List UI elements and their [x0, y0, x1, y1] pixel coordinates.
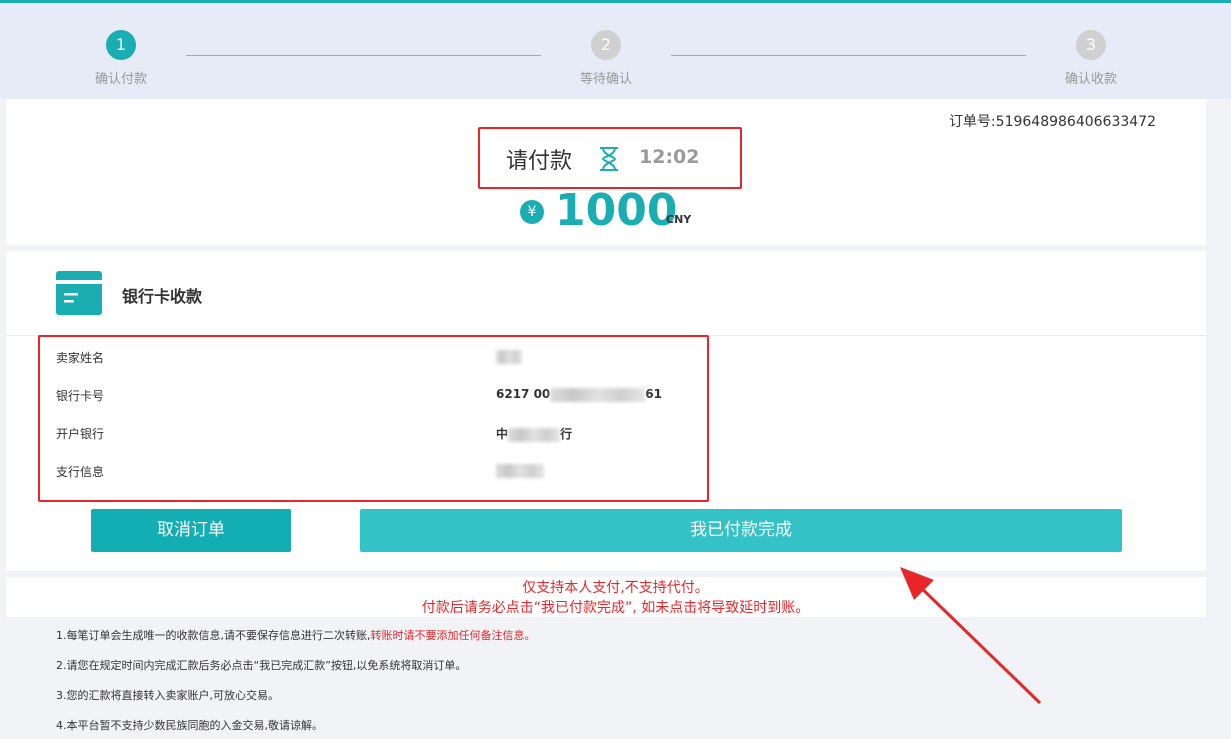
currency-code: CNY	[666, 213, 692, 226]
step-connector	[186, 55, 541, 56]
payment-done-button[interactable]: 我已付款完成	[360, 509, 1122, 552]
info-label: 卖家姓名	[56, 351, 105, 365]
note-item: 2.请您在规定时间内完成汇款后务必点击“我已完成汇款”按钮,以免系统将取消订单。	[56, 659, 467, 672]
redacted-value	[550, 387, 646, 402]
step-number: 2	[591, 30, 621, 60]
bank-card-icon	[56, 271, 102, 315]
info-value[interactable]: 6217 00 61	[496, 387, 662, 402]
info-value[interactable]	[496, 463, 544, 478]
info-row-seller-name: 卖家姓名	[56, 349, 696, 369]
progress-steps: 1 确认付款 2 等待确认 3 确认收款	[0, 3, 1231, 99]
countdown-timer: 12:02	[639, 146, 700, 168]
note-item: 4.本平台暂不支持少数民族同胞的入金交易,敬请谅解。	[56, 719, 323, 732]
payment-summary-card: 订单号:519648986406633472 请付款 12:02 ¥ 1000 …	[6, 99, 1206, 245]
info-row-card-number: 银行卡号 6217 00 61	[56, 387, 696, 407]
step-number: 1	[106, 30, 136, 60]
redacted-value	[508, 427, 561, 442]
redacted-value	[496, 349, 522, 364]
note-item: 3.您的汇款将直接转入卖家账户,可放心交易。	[56, 689, 279, 702]
payment-timer-box: 请付款 12:02	[478, 127, 742, 189]
info-value	[496, 349, 522, 364]
payment-amount: 1000	[555, 185, 678, 236]
note-item: 1.每笔订单会生成唯一的收款信息,请不要保存信息进行二次转账,转账时请不要添加任…	[56, 629, 536, 642]
info-label: 开户银行	[56, 427, 105, 441]
step-label: 等待确认	[579, 72, 632, 87]
yen-icon: ¥	[520, 200, 544, 224]
step-wait-confirm: 2 等待确认	[546, 30, 666, 87]
step-connector	[671, 55, 1026, 56]
pay-title: 请付款	[506, 149, 573, 174]
hourglass-icon	[600, 147, 618, 171]
order-number-label: 订单号:	[948, 114, 996, 130]
info-label: 支行信息	[56, 465, 105, 479]
info-row-branch: 支行信息	[56, 463, 696, 483]
step-number: 3	[1076, 30, 1106, 60]
step-label: 确认收款	[1064, 72, 1117, 87]
order-number: 订单号:519648986406633472	[949, 111, 1156, 131]
bank-info-card: 银行卡收款 卖家姓名 银行卡号 6217 00 61 开户银行 中行 支行信息 取…	[6, 251, 1206, 571]
order-number-value: 519648986406633472	[995, 114, 1156, 130]
step-confirm-payment: 1 确认付款	[61, 30, 181, 87]
info-label: 银行卡号	[56, 389, 105, 403]
bank-section-title: 银行卡收款	[122, 287, 203, 306]
annotation-arrow-icon	[900, 567, 1042, 705]
info-value[interactable]: 中行	[496, 425, 572, 442]
cancel-order-button[interactable]: 取消订单	[91, 509, 291, 552]
step-confirm-receipt: 3 确认收款	[1031, 30, 1151, 87]
info-row-bank: 开户银行 中行	[56, 425, 696, 445]
note-highlight: 转账时请不要添加任何备注信息。	[370, 629, 536, 642]
notes-list: 1.每笔订单会生成唯一的收款信息,请不要保存信息进行二次转账,转账时请不要添加任…	[56, 627, 536, 739]
bank-details-box: 卖家姓名 银行卡号 6217 00 61 开户银行 中行 支行信息	[38, 335, 709, 502]
step-label: 确认付款	[94, 72, 147, 87]
redacted-value	[496, 463, 544, 478]
